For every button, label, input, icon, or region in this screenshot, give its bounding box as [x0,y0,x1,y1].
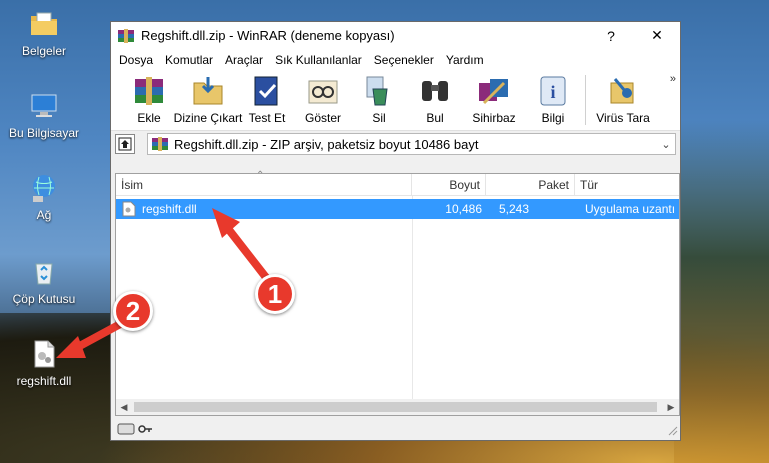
info-icon: i [540,76,566,106]
scroll-thumb[interactable] [134,402,657,412]
menu-help[interactable]: Yardım [440,53,490,67]
table-row[interactable]: regshift.dll 10,486 5,243 Uygulama uzant… [116,199,679,219]
tool-label: Sihirbaz [472,111,516,125]
network-icon [33,175,55,202]
winrar-window: Regshift.dll.zip - WinRAR (deneme kopyas… [110,21,681,441]
desktop-icon-label: Çöp Kutusu [12,292,76,306]
menu-file[interactable]: Dosya [113,53,159,67]
file-type: Uygulama uzantı [585,202,676,216]
delete-button[interactable]: Sil [351,71,407,129]
desktop-icon-recycle-bin[interactable]: Çöp Kutusu [4,256,84,306]
file-list[interactable]: ⌃ İsim Boyut Paket Tür regshift.dll 10,4… [115,170,680,416]
tool-label: Ekle [137,111,161,125]
winrar-archive-icon [152,137,168,151]
menu-favorites[interactable]: Sık Kullanılanlar [269,53,368,67]
virus-scan-icon [610,78,634,104]
recycle-bin-icon [35,263,53,285]
address-bar: Regshift.dll.zip - ZIP arşiv, paketsiz b… [111,131,680,157]
scroll-right-icon[interactable]: ▶ [663,402,679,413]
virus-scan-button[interactable]: Virüs Tara [592,71,654,129]
menu-bar: Dosya Komutlar Araçlar Sık Kullanılanlar… [111,49,680,71]
toolbar-separator [585,75,586,125]
file-size: 10,486 [445,202,482,216]
chevron-down-icon[interactable]: ⌄ [657,138,675,151]
up-one-level-button[interactable] [115,134,135,154]
resize-grip-icon[interactable] [668,426,678,436]
column-header-packed[interactable]: Paket [486,174,575,195]
desktop-icon-documents[interactable]: Belgeler [4,8,84,58]
scroll-track[interactable] [132,401,663,413]
svg-text:i: i [550,82,555,102]
help-button[interactable]: ? [588,22,634,49]
archive-path-dropdown[interactable]: Regshift.dll.zip - ZIP arşiv, paketsiz b… [147,133,676,155]
tool-label: Sil [372,111,386,125]
info-button[interactable]: i Bilgi [525,71,581,129]
tool-label: Virüs Tara [596,111,650,125]
close-button[interactable]: ✕ [634,22,680,49]
arrow-up-icon [118,137,132,151]
folder-documents-icon [31,12,57,35]
menu-commands[interactable]: Komutlar [159,53,219,67]
step-badge-1: 1 [255,274,295,314]
add-archive-icon [135,77,163,105]
test-button[interactable]: Test Et [239,71,295,129]
status-bar [115,420,680,438]
extract-to-icon [193,77,223,105]
extract-to-button[interactable]: Dizine Çıkart [174,71,242,129]
scroll-left-icon[interactable]: ◀ [116,402,132,413]
add-button[interactable]: Ekle [121,71,177,129]
desktop-icon-label: Belgeler [21,44,67,58]
column-divider [412,196,413,399]
winrar-app-icon [118,28,134,43]
wizard-icon [479,79,508,105]
drive-key-icon [117,423,152,435]
toolbar-overflow-chevron[interactable]: » [670,73,676,85]
step-badge-2: 2 [113,291,153,331]
dll-file-icon [122,201,136,217]
desktop-icon-label: Ağ [36,208,52,222]
menu-tools[interactable]: Araçlar [219,53,269,67]
wizard-button[interactable]: Sihirbaz [463,71,525,129]
view-icon [308,80,338,104]
delete-icon [366,76,388,106]
column-header-row: ⌃ İsim Boyut Paket Tür [116,170,679,196]
desktop-icon-label: regshift.dll [16,374,72,388]
desktop-icon-dll-file[interactable]: regshift.dll [4,338,84,388]
file-packed-size: 5,243 [498,202,529,216]
horizontal-scrollbar[interactable]: ◀ ▶ [116,399,679,415]
view-button[interactable]: Göster [295,71,351,129]
tool-label: Göster [304,111,341,125]
toolbar: Ekle Dizine Çıkart Test Et Göster Sil Bu… [111,71,680,131]
find-button[interactable]: Bul [407,71,463,129]
column-header-type[interactable]: Tür [575,174,679,195]
file-name: regshift.dll [142,202,197,216]
computer-icon [31,94,57,117]
sort-up-icon: ⌃ [256,170,265,181]
menu-options[interactable]: Seçenekler [368,53,440,67]
title-bar[interactable]: Regshift.dll.zip - WinRAR (deneme kopyas… [111,22,680,49]
find-icon [422,81,448,101]
tool-label: Dizine Çıkart [173,111,243,125]
tool-label: Bilgi [541,111,565,125]
dll-file-icon [34,340,55,368]
tool-label: Test Et [248,111,286,125]
window-title: Regshift.dll.zip - WinRAR (deneme kopyas… [141,28,395,43]
desktop-icon-computer[interactable]: Bu Bilgisayar [4,90,84,140]
test-icon [254,76,278,106]
desktop-icon-label: Bu Bilgisayar [8,126,80,140]
file-name-cell: regshift.dll [116,201,412,217]
column-header-size[interactable]: Boyut [412,174,486,195]
tool-label: Bul [426,111,444,125]
desktop-wallpaper-trees [674,120,769,463]
desktop-icon-network[interactable]: Ağ [4,172,84,222]
archive-path-text: Regshift.dll.zip - ZIP arşiv, paketsiz b… [174,136,479,152]
